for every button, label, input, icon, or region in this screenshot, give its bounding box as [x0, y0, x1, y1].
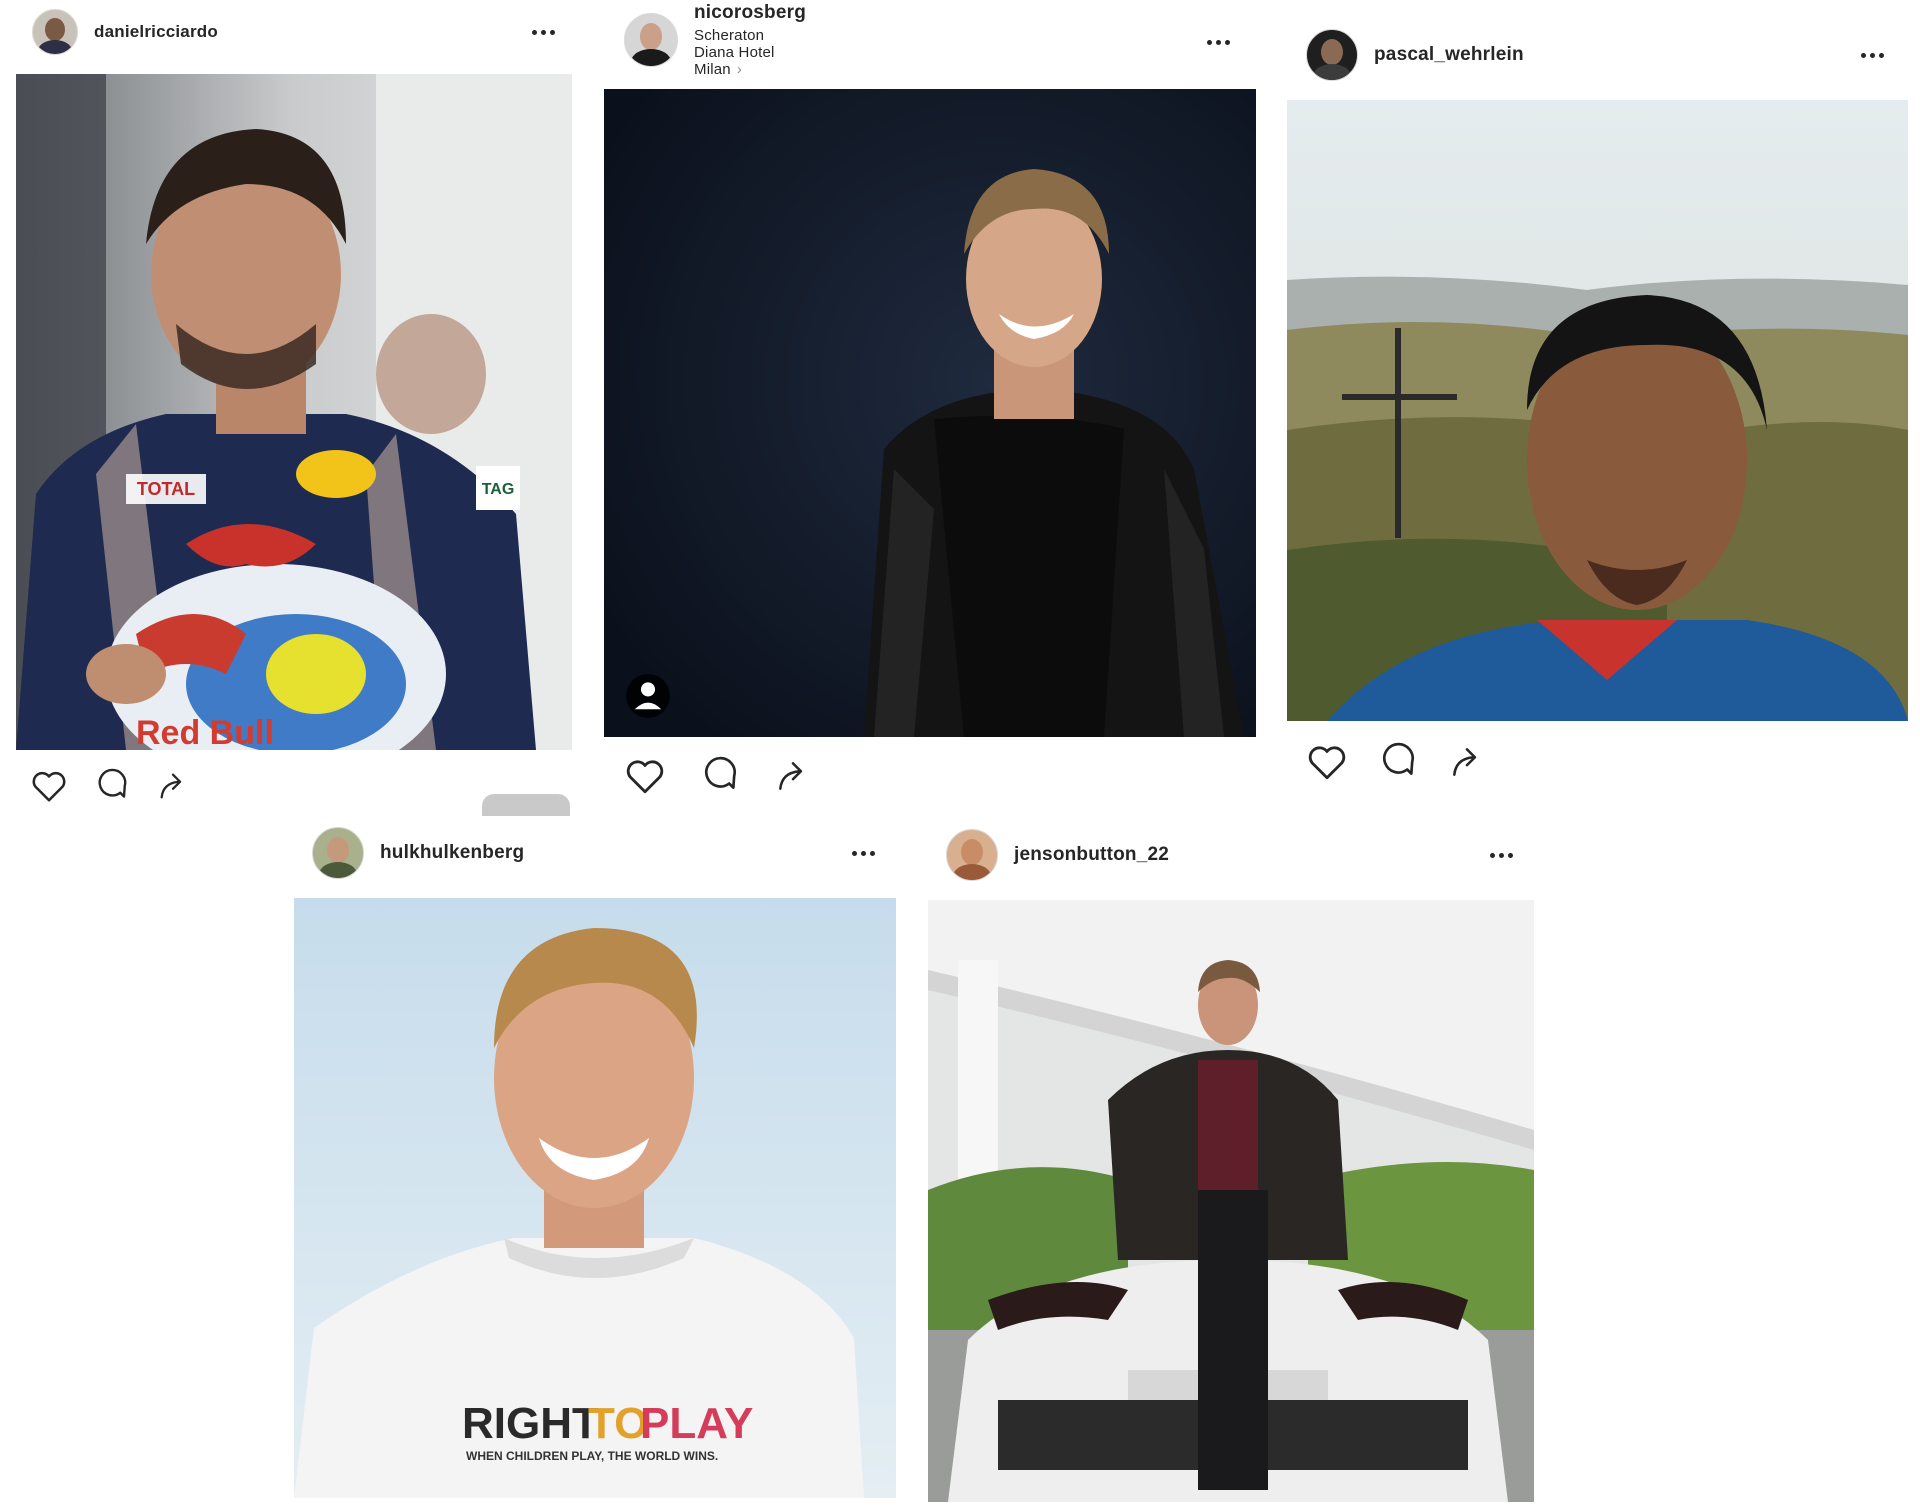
photo-smiling-tshirt: RIGHT TO PLAY WHEN CHILDREN PLAY, THE WO…	[294, 898, 896, 1498]
photo-man-leaning-on-sportscar	[928, 900, 1534, 1502]
username[interactable]: jensonbutton_22	[1014, 844, 1169, 866]
helmet-brand: Red Bull	[136, 714, 274, 750]
post-photo[interactable]	[604, 89, 1256, 737]
post-header: hulkhulkenberg	[312, 827, 524, 879]
post-meta: danielricciardo	[94, 22, 218, 42]
shirt-text-right: RIGHT	[462, 1399, 599, 1448]
post-header: nicorosberg Scheraton Diana Hotel Milan ›	[624, 2, 806, 78]
username[interactable]: hulkhulkenberg	[380, 842, 524, 864]
more-icon[interactable]	[1861, 53, 1884, 58]
share-icon[interactable]	[774, 757, 812, 795]
location-text: Scheraton Diana Hotel Milan	[694, 27, 775, 78]
photo-driver-with-helmet: TOTAL TAG Red Bull	[16, 74, 572, 750]
username[interactable]: pascal_wehrlein	[1374, 44, 1524, 66]
heart-icon[interactable]	[30, 768, 68, 804]
suit-sponsor-total: TOTAL	[137, 479, 195, 499]
post-meta: jensonbutton_22	[1014, 844, 1169, 866]
avatar[interactable]	[1306, 29, 1358, 81]
post-meta: hulkhulkenberg	[380, 842, 524, 864]
shirt-tagline: WHEN CHILDREN PLAY, THE WORLD WINS.	[466, 1449, 718, 1463]
post-photo[interactable]: TOTAL TAG Red Bull	[16, 74, 572, 750]
suit-sponsor-tag: TAG	[482, 481, 515, 498]
post-actions	[624, 756, 812, 796]
post-header: jensonbutton_22	[946, 829, 1169, 881]
user-tag-icon[interactable]	[626, 674, 670, 718]
location-link[interactable]: Scheraton Diana Hotel Milan ›	[694, 27, 806, 78]
avatar[interactable]	[624, 13, 678, 67]
comment-icon[interactable]	[700, 756, 740, 796]
username[interactable]: danielricciardo	[94, 22, 218, 42]
heart-icon[interactable]	[1306, 742, 1348, 782]
shirt-text-play: PLAY	[640, 1399, 753, 1448]
more-icon[interactable]	[532, 30, 555, 35]
avatar[interactable]	[312, 827, 364, 879]
post-photo[interactable]: RIGHT TO PLAY WHEN CHILDREN PLAY, THE WO…	[294, 898, 896, 1498]
more-icon[interactable]	[852, 851, 875, 856]
instagram-posts-collage: danielricciardo TOTAL TAG Red Bull nicor…	[0, 0, 1920, 1510]
post-header: pascal_wehrlein	[1306, 29, 1524, 81]
post-actions	[1306, 742, 1486, 782]
more-icon[interactable]	[1490, 853, 1513, 858]
photo-portrait-leather-jacket	[604, 89, 1256, 737]
avatar[interactable]	[946, 829, 998, 881]
comment-icon[interactable]	[94, 768, 130, 804]
scroll-handle[interactable]	[482, 794, 570, 816]
heart-icon[interactable]	[624, 756, 666, 796]
photo-mountain-selfie	[1287, 100, 1908, 721]
chevron-right-icon: ›	[736, 61, 743, 78]
post-photo[interactable]	[928, 900, 1534, 1502]
share-icon[interactable]	[156, 769, 190, 803]
post-meta: pascal_wehrlein	[1374, 44, 1524, 66]
post-header: danielricciardo	[32, 9, 218, 55]
post-photo[interactable]	[1287, 100, 1908, 721]
username[interactable]: nicorosberg	[694, 2, 806, 24]
post-meta: nicorosberg Scheraton Diana Hotel Milan ›	[694, 2, 806, 78]
more-icon[interactable]	[1207, 40, 1230, 45]
comment-icon[interactable]	[1378, 742, 1418, 782]
share-icon[interactable]	[1448, 743, 1486, 781]
post-actions	[30, 768, 190, 804]
avatar[interactable]	[32, 9, 78, 55]
